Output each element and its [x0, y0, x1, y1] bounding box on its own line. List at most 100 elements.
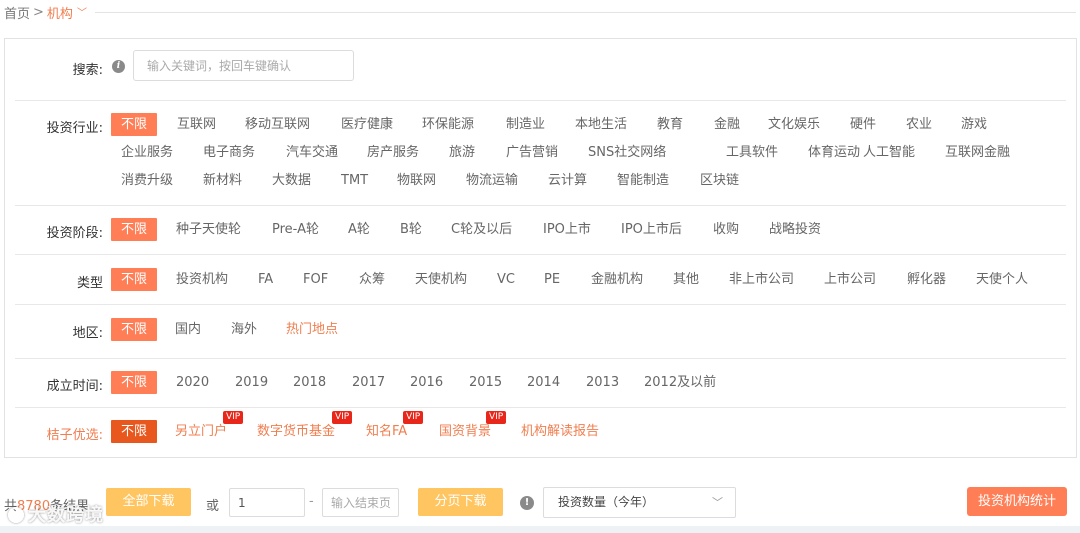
industry-option[interactable]: 农业: [906, 113, 932, 136]
type-option[interactable]: 非上市公司: [729, 268, 794, 291]
type-option[interactable]: 其他: [673, 268, 699, 291]
industry-option[interactable]: 企业服务: [121, 141, 173, 164]
founded-option[interactable]: 2013: [586, 371, 619, 394]
download-all-button[interactable]: 全部下载: [106, 488, 191, 516]
industry-option[interactable]: 体育运动: [808, 141, 860, 164]
download-page-button[interactable]: 分页下载: [418, 488, 503, 516]
premium-all[interactable]: 不限: [111, 420, 158, 443]
stage-option[interactable]: 种子天使轮: [176, 218, 241, 241]
premium-option-label: 数字货币基金: [257, 424, 336, 439]
founded-option[interactable]: 2019: [235, 371, 268, 394]
industry-option[interactable]: TMT: [341, 169, 368, 192]
chevron-down-icon[interactable]: ﹀: [77, 4, 87, 19]
industry-option[interactable]: 互联网金融: [945, 141, 1010, 164]
type-option[interactable]: 众筹: [359, 268, 385, 291]
type-option[interactable]: FA: [258, 268, 273, 291]
type-option[interactable]: 天使机构: [415, 268, 467, 291]
type-option[interactable]: 上市公司: [824, 268, 876, 291]
stage-option[interactable]: C轮及以后: [451, 218, 512, 241]
premium-option-spinoff[interactable]: 另立门户 VIP: [175, 411, 244, 443]
industry-option[interactable]: 人工智能: [863, 141, 915, 164]
industry-option[interactable]: 医疗健康: [341, 113, 393, 136]
type-option[interactable]: 投资机构: [176, 268, 228, 291]
founded-option[interactable]: 2020: [176, 371, 209, 394]
breadcrumb-separator: >: [33, 4, 44, 20]
type-option[interactable]: VC: [497, 268, 515, 291]
region-all[interactable]: 不限: [111, 318, 158, 341]
premium-option-label: 另立门户: [175, 424, 228, 439]
stage-all[interactable]: 不限: [111, 218, 158, 241]
industry-option[interactable]: 大数据: [272, 169, 311, 192]
industry-option[interactable]: 消费升级: [121, 169, 173, 192]
type-option[interactable]: 孵化器: [907, 268, 946, 291]
vip-badge: VIP: [403, 411, 424, 424]
industry-option[interactable]: 旅游: [449, 141, 475, 164]
stage-row: 投资阶段: 不限 种子天使轮 Pre-A轮 A轮 B轮 C轮及以后 IPO上市 IPO上市后…: [15, 206, 1066, 255]
type-option[interactable]: FOF: [303, 268, 328, 291]
founded-option[interactable]: 2016: [410, 371, 443, 394]
founded-option[interactable]: 2012及以前: [644, 371, 716, 394]
alert-icon[interactable]: !: [520, 496, 534, 510]
stage-option[interactable]: 收购: [713, 218, 739, 241]
premium-option-report[interactable]: 机构解读报告: [521, 420, 599, 443]
stage-option[interactable]: B轮: [400, 218, 422, 241]
premium-option-crypto-fund[interactable]: 数字货币基金 VIP: [257, 411, 353, 443]
industry-option[interactable]: 游戏: [961, 113, 987, 136]
industry-option[interactable]: 环保能源: [422, 113, 474, 136]
type-option[interactable]: 天使个人: [976, 268, 1028, 291]
stage-option[interactable]: A轮: [348, 218, 370, 241]
founded-option[interactable]: 2015: [469, 371, 502, 394]
premium-option-state-owned[interactable]: 国资背景 VIP: [439, 411, 507, 443]
founded-all[interactable]: 不限: [111, 371, 158, 394]
founded-option[interactable]: 2014: [527, 371, 560, 394]
industry-option[interactable]: 新材料: [203, 169, 242, 192]
industry-option[interactable]: 硬件: [850, 113, 876, 136]
industry-option[interactable]: 广告营销: [506, 141, 558, 164]
institution-stats-button[interactable]: 投资机构统计: [967, 487, 1067, 516]
industry-option[interactable]: 房产服务: [367, 141, 419, 164]
watermark-text: 大数跨境: [28, 505, 104, 526]
stage-option[interactable]: Pre-A轮: [272, 218, 319, 241]
page-start-input[interactable]: [229, 488, 305, 517]
search-input[interactable]: [133, 50, 354, 81]
industry-option[interactable]: 互联网: [177, 113, 216, 136]
industry-option[interactable]: 物流运输: [466, 169, 518, 192]
industry-option[interactable]: 教育: [657, 113, 683, 136]
industry-option[interactable]: SNS社交网络: [588, 141, 666, 164]
premium-label: 桔子优选:: [46, 428, 103, 443]
watermark-logo-icon: [8, 507, 24, 523]
industry-option[interactable]: 文化娱乐: [768, 113, 820, 136]
industry-option[interactable]: 汽车交通: [286, 141, 338, 164]
page-end-input[interactable]: [322, 488, 399, 517]
info-icon[interactable]: i: [112, 60, 125, 73]
industry-option[interactable]: 区块链: [700, 169, 739, 192]
industry-option[interactable]: 工具软件: [726, 141, 778, 164]
industry-option[interactable]: 云计算: [548, 169, 587, 192]
industry-option[interactable]: 金融: [714, 113, 740, 136]
premium-row: 桔子优选: 不限 另立门户 VIP 数字货币基金 VIP 知名FA VIP 国资…: [15, 408, 1066, 458]
industry-option[interactable]: 本地生活: [575, 113, 627, 136]
industry-option[interactable]: 物联网: [397, 169, 436, 192]
industry-option[interactable]: 电子商务: [203, 141, 255, 164]
founded-option[interactable]: 2018: [293, 371, 326, 394]
stage-option[interactable]: IPO上市: [543, 218, 591, 241]
industry-option[interactable]: 移动互联网: [245, 113, 310, 136]
industry-option[interactable]: 制造业: [506, 113, 545, 136]
premium-option-known-fa[interactable]: 知名FA VIP: [366, 411, 424, 443]
industry-all[interactable]: 不限: [111, 113, 158, 136]
type-option[interactable]: 金融机构: [591, 268, 643, 291]
type-all[interactable]: 不限: [111, 268, 158, 291]
breadcrumb-divider: [94, 11, 1076, 13]
industry-option[interactable]: 智能制造: [617, 169, 669, 192]
region-hot-locations[interactable]: 热门地点: [286, 318, 338, 341]
breadcrumb-home[interactable]: 首页: [4, 3, 30, 22]
sort-select[interactable]: 投资数量（今年） ﹀: [543, 487, 736, 518]
stage-option[interactable]: 战略投资: [769, 218, 821, 241]
type-row: 类型 不限 投资机构 FA FOF 众筹 天使机构 VC PE 金融机构 其他 非上市公司 上市公司…: [15, 255, 1066, 305]
region-option[interactable]: 海外: [231, 318, 257, 341]
breadcrumb-current[interactable]: 机构: [47, 3, 73, 22]
stage-option[interactable]: IPO上市后: [621, 218, 682, 241]
founded-option[interactable]: 2017: [352, 371, 385, 394]
region-option[interactable]: 国内: [175, 318, 201, 341]
type-option[interactable]: PE: [544, 268, 560, 291]
